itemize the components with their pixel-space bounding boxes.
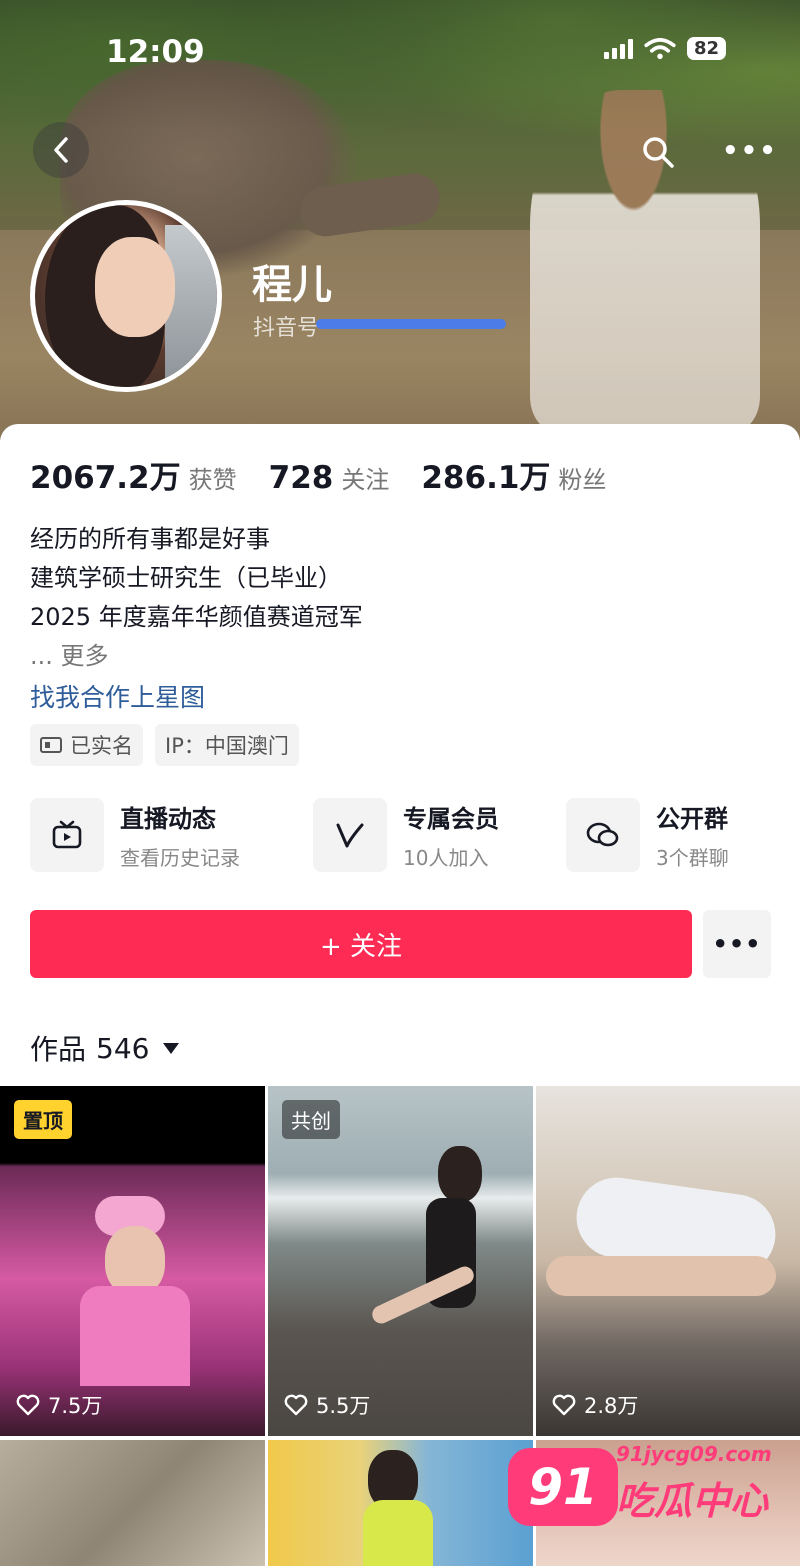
back-button[interactable] bbox=[33, 122, 89, 178]
profile-bio: 经历的所有事都是好事 建筑学硕士研究生（已毕业） 2025 年度嘉年华颜值赛道冠… bbox=[30, 520, 363, 676]
feature-subtitle: 3个群聊 bbox=[656, 846, 729, 870]
heart-icon bbox=[552, 1394, 576, 1416]
feature-subtitle: 查看历史记录 bbox=[120, 846, 240, 870]
works-label: 作品 bbox=[30, 1033, 87, 1066]
pinned-badge: 置顶 bbox=[14, 1100, 72, 1139]
likes-count: 5.5万 bbox=[316, 1394, 371, 1418]
feature-public-group[interactable]: 公开群 3个群聊 bbox=[566, 798, 729, 872]
likes-count: 2.8万 bbox=[584, 1394, 639, 1418]
tile-art-top bbox=[363, 1500, 433, 1566]
caret-down-icon bbox=[163, 1042, 180, 1054]
id-card-icon bbox=[40, 737, 62, 753]
feature-subtitle: 10人加入 bbox=[403, 846, 489, 870]
stat-likes[interactable]: 2067.2万 获赞 bbox=[30, 452, 237, 497]
collab-badge: 共创 bbox=[282, 1100, 340, 1139]
tile-likes: 5.5万 bbox=[284, 1390, 370, 1420]
tile-likes: 2.8万 bbox=[552, 1390, 638, 1420]
verified-tag: 已实名 bbox=[30, 724, 143, 766]
feature-title: 公开群 bbox=[656, 805, 728, 833]
tile-art-arm bbox=[546, 1256, 776, 1296]
watermark-url: 91jycg09.com bbox=[616, 1442, 772, 1466]
stat-following[interactable]: 728 关注 bbox=[269, 460, 390, 496]
bio-more-link[interactable]: ... 更多 bbox=[30, 637, 363, 676]
likes-count: 7.5万 bbox=[48, 1394, 103, 1418]
signal-icon bbox=[603, 38, 633, 59]
tag-label: 已实名 bbox=[70, 734, 133, 758]
video-tile[interactable]: 置顶 7.5万 bbox=[0, 1086, 265, 1436]
video-tile[interactable] bbox=[268, 1440, 533, 1566]
star-cooperation-link[interactable]: 找我合作上星图 bbox=[30, 678, 205, 714]
heart-icon bbox=[284, 1394, 308, 1416]
profile-card: 2067.2万 获赞 728 关注 286.1万 粉丝 经历的所有事都是好事 建… bbox=[0, 424, 800, 1566]
feature-membership[interactable]: 专属会员 10人加入 bbox=[313, 798, 499, 872]
feature-title: 专属会员 bbox=[403, 805, 499, 833]
bio-line: 2025 年度嘉年华颜值赛道冠军 bbox=[30, 603, 363, 631]
ip-location-tag: IP：中国澳门 bbox=[155, 724, 299, 766]
search-icon[interactable] bbox=[640, 134, 676, 170]
stat-value: 286.1万 bbox=[421, 460, 551, 496]
video-tile[interactable] bbox=[0, 1440, 265, 1566]
stat-value: 2067.2万 bbox=[30, 460, 181, 496]
profile-id-label: 抖音号 bbox=[253, 316, 320, 341]
stat-label: 粉丝 bbox=[558, 466, 607, 494]
feature-live-history[interactable]: 直播动态 查看历史记录 bbox=[30, 798, 240, 872]
heart-icon bbox=[16, 1394, 40, 1416]
more-options-button[interactable]: ••• bbox=[722, 136, 778, 166]
id-redaction-mark bbox=[316, 319, 506, 329]
video-tile[interactable]: 共创 5.5万 bbox=[268, 1086, 533, 1436]
tile-art-dress bbox=[80, 1286, 190, 1386]
feature-title: 直播动态 bbox=[120, 805, 216, 833]
status-time: 12:09 bbox=[106, 34, 205, 70]
video-tile[interactable]: 2.8万 bbox=[536, 1086, 800, 1436]
profile-tags: 已实名 IP：中国澳门 bbox=[30, 724, 299, 766]
battery-indicator: 82 bbox=[686, 37, 726, 60]
avatar[interactable] bbox=[30, 200, 222, 392]
watermark-text: 吃瓜中心 bbox=[616, 1479, 769, 1523]
follow-more-button[interactable]: ••• bbox=[703, 910, 771, 978]
tile-art-head bbox=[438, 1146, 482, 1202]
chat-icon bbox=[566, 798, 640, 872]
stat-label: 获赞 bbox=[188, 466, 237, 494]
status-icons: 82 bbox=[603, 37, 726, 60]
profile-stats: 2067.2万 获赞 728 关注 286.1万 粉丝 bbox=[30, 452, 638, 497]
bio-line: 建筑学硕士研究生（已毕业） bbox=[30, 564, 342, 592]
chevron-left-icon bbox=[54, 137, 68, 163]
works-count: 546 bbox=[96, 1031, 150, 1065]
follow-button[interactable]: + 关注 bbox=[30, 910, 692, 978]
tv-icon bbox=[30, 798, 104, 872]
avatar-face bbox=[95, 237, 175, 337]
bio-line: 经历的所有事都是好事 bbox=[30, 525, 270, 553]
watermark-badge: 91 bbox=[508, 1448, 618, 1526]
v-icon bbox=[313, 798, 387, 872]
tag-label: IP：中国澳门 bbox=[165, 734, 289, 758]
feature-row: 直播动态 查看历史记录 专属会员 10人加入 公开群 3个群聊 bbox=[30, 798, 770, 874]
profile-name: 程儿 bbox=[252, 262, 332, 308]
stat-value: 728 bbox=[268, 460, 334, 496]
site-watermark: 91 91jycg09.com 吃瓜中心 bbox=[508, 1442, 772, 1552]
works-tab[interactable]: 作品 546 bbox=[30, 1028, 180, 1068]
stat-followers[interactable]: 286.1万 粉丝 bbox=[421, 452, 606, 497]
stat-label: 关注 bbox=[341, 466, 390, 494]
avatar-bg bbox=[165, 225, 217, 385]
wifi-icon bbox=[644, 37, 676, 59]
tile-likes: 7.5万 bbox=[16, 1390, 102, 1420]
